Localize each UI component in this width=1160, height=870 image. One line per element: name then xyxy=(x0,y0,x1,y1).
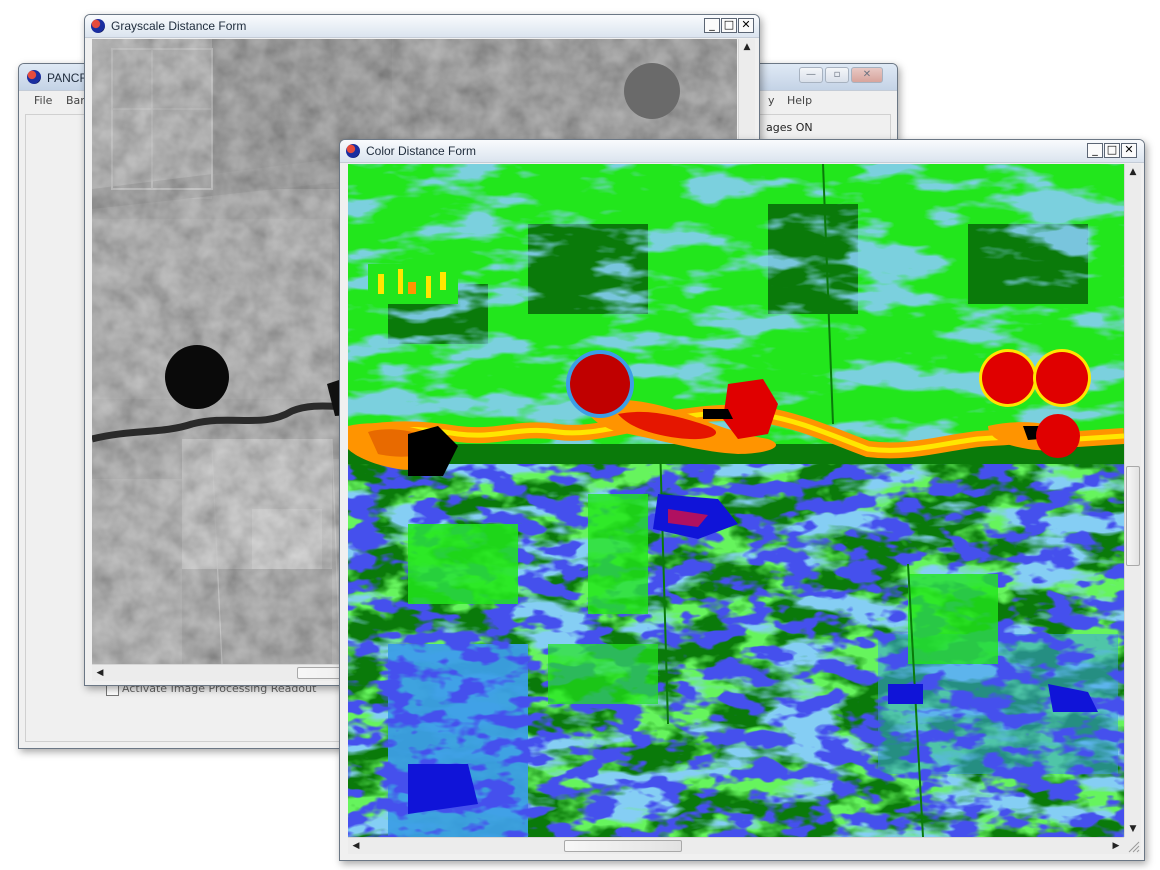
app-icon xyxy=(91,19,105,33)
color-titlebar[interactable]: Color Distance Form _ □ ✕ xyxy=(340,140,1144,163)
color-window: Color Distance Form _ □ ✕ ▲ ▼ ◀ ▶ xyxy=(339,139,1145,861)
vertical-scroll-thumb[interactable] xyxy=(1126,466,1140,566)
close-button[interactable]: ✕ xyxy=(1121,143,1137,158)
close-button[interactable]: ✕ xyxy=(851,67,883,83)
maximize-button[interactable]: □ xyxy=(721,18,737,33)
app-icon xyxy=(346,144,360,158)
color-vertical-scrollbar[interactable]: ▲ ▼ xyxy=(1124,164,1141,837)
app-icon xyxy=(27,70,41,84)
scroll-up-arrow[interactable]: ▲ xyxy=(739,39,755,55)
maximize-button[interactable]: ▫ xyxy=(825,67,849,83)
resize-grip-glyph xyxy=(1128,841,1140,853)
status-text: ages ON xyxy=(766,121,813,134)
scroll-left-arrow[interactable]: ◀ xyxy=(348,838,364,854)
window-title: Color Distance Form xyxy=(366,144,477,158)
menu-display[interactable]: y xyxy=(768,94,775,107)
scroll-up-arrow[interactable]: ▲ xyxy=(1125,164,1141,180)
menu-help[interactable]: Help xyxy=(787,94,812,107)
color-distance-image[interactable] xyxy=(348,164,1124,837)
close-button[interactable]: ✕ xyxy=(738,18,754,33)
color-distance-raster xyxy=(348,164,1124,837)
minimize-button[interactable]: _ xyxy=(1087,143,1103,158)
horizontal-scroll-thumb[interactable] xyxy=(564,840,682,852)
scroll-left-arrow[interactable]: ◀ xyxy=(92,665,108,681)
window-title: PANCR xyxy=(47,71,89,85)
scroll-down-arrow[interactable]: ▼ xyxy=(1125,821,1141,837)
window-title: Grayscale Distance Form xyxy=(111,19,247,33)
minimize-button[interactable]: _ xyxy=(704,18,720,33)
color-horizontal-scrollbar[interactable]: ◀ ▶ xyxy=(348,837,1124,854)
maximize-button[interactable]: □ xyxy=(1104,143,1120,158)
grayscale-titlebar[interactable]: Grayscale Distance Form _ □ ✕ xyxy=(85,15,759,38)
minimize-button[interactable]: — xyxy=(799,67,823,83)
resize-grip-icon[interactable] xyxy=(1124,837,1141,854)
scroll-right-arrow[interactable]: ▶ xyxy=(1108,838,1124,854)
menu-file[interactable]: File xyxy=(34,94,52,107)
